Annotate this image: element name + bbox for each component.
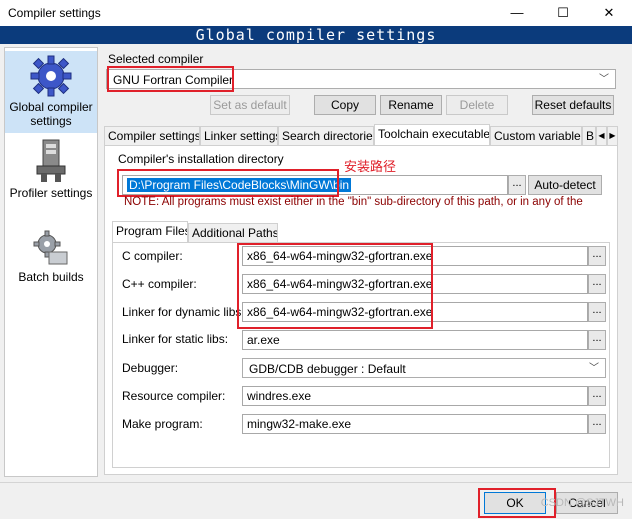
sidebar-item-global-compiler[interactable]: Global compiler settings <box>5 51 97 133</box>
sidebar-item-batch-builds[interactable]: Batch builds <box>5 228 97 288</box>
tab-toolchain-executables[interactable]: Toolchain executables <box>374 124 490 145</box>
batch-builds-icon <box>33 230 68 265</box>
debugger-label: Debugger: <box>122 361 179 375</box>
footer-divider <box>0 482 632 483</box>
close-button[interactable]: ✕ <box>586 0 632 26</box>
window-title: Compiler settings <box>8 6 101 20</box>
debugger-select[interactable]: GDB/CDB debugger : Default ﹀ <box>242 358 606 378</box>
highlight-compiler <box>107 66 234 92</box>
dynamic-linker-label: Linker for dynamic libs: <box>122 305 245 319</box>
make-program-label: Make program: <box>122 417 203 431</box>
watermark: CSDN @SJTWH <box>540 497 624 509</box>
install-path-annotation: 安装路径 <box>344 159 397 174</box>
install-dir-label: Compiler's installation directory <box>118 152 284 166</box>
delete-button[interactable]: Delete <box>446 95 508 115</box>
category-list: Global compiler settings Profiler settin… <box>4 47 98 477</box>
chevron-down-icon: ﹀ <box>599 74 609 85</box>
browse-resource-compiler-button[interactable]: ... <box>588 386 606 406</box>
sidebar-item-label: Batch builds <box>18 270 84 284</box>
static-linker-input[interactable]: ar.exe <box>242 330 588 350</box>
highlight-compilers <box>237 243 433 329</box>
tab-scroll-right[interactable]: ▶ <box>607 126 618 145</box>
sidebar-item-label: Global compiler settings <box>9 100 93 128</box>
tab-compiler-settings[interactable]: Compiler settings <box>104 126 200 145</box>
make-program-input[interactable]: mingw32-make.exe <box>242 414 588 434</box>
cpp-compiler-label: C++ compiler: <box>122 277 197 291</box>
sidebar-item-profiler[interactable]: Profiler settings <box>5 138 97 208</box>
c-compiler-label: C compiler: <box>122 249 183 263</box>
auto-detect-button[interactable]: Auto-detect <box>528 175 602 195</box>
tab-custom-variables[interactable]: Custom variables <box>490 126 582 145</box>
gear-icon <box>30 55 72 97</box>
resource-compiler-input[interactable]: windres.exe <box>242 386 588 406</box>
profiler-icon <box>36 139 66 182</box>
static-linker-label: Linker for static libs: <box>122 332 229 346</box>
subtab-additional-paths[interactable]: Additional Paths <box>188 223 278 242</box>
sidebar-item-label: Profiler settings <box>9 186 93 200</box>
browse-cpp-compiler-button[interactable]: ... <box>588 274 606 294</box>
tab-search-directories[interactable]: Search directories <box>278 126 374 145</box>
minimize-button[interactable]: — <box>494 0 540 26</box>
browse-c-compiler-button[interactable]: ... <box>588 246 606 266</box>
browse-static-linker-button[interactable]: ... <box>588 330 606 350</box>
page-banner: Global compiler settings <box>0 26 632 44</box>
debugger-select-value: GDB/CDB debugger : Default <box>249 362 406 376</box>
set-as-default-button[interactable]: Set as default <box>210 95 290 115</box>
rename-button[interactable]: Rename <box>380 95 442 115</box>
chevron-down-icon: ﹀ <box>589 363 599 374</box>
tab-linker-settings[interactable]: Linker settings <box>200 126 278 145</box>
settings-tabs: Compiler settings Linker settings Search… <box>104 124 618 145</box>
selected-compiler-label: Selected compiler <box>108 52 204 66</box>
browse-make-program-button[interactable]: ... <box>588 414 606 434</box>
browse-install-dir-button[interactable]: ... <box>508 175 526 195</box>
tab-b[interactable]: B <box>582 126 596 145</box>
tab-scroll-left[interactable]: ◀ <box>596 126 607 145</box>
subtab-program-files[interactable]: Program Files <box>112 221 188 242</box>
reset-defaults-button[interactable]: Reset defaults <box>532 95 614 115</box>
highlight-install-dir <box>117 169 339 197</box>
browse-dynamic-linker-button[interactable]: ... <box>588 302 606 322</box>
maximize-button[interactable]: ☐ <box>540 0 586 26</box>
window-titlebar: Compiler settings — ☐ ✕ <box>0 0 632 26</box>
resource-compiler-label: Resource compiler: <box>122 389 226 403</box>
copy-button[interactable]: Copy <box>314 95 376 115</box>
install-dir-note: NOTE: All programs must exist either in … <box>124 196 583 208</box>
